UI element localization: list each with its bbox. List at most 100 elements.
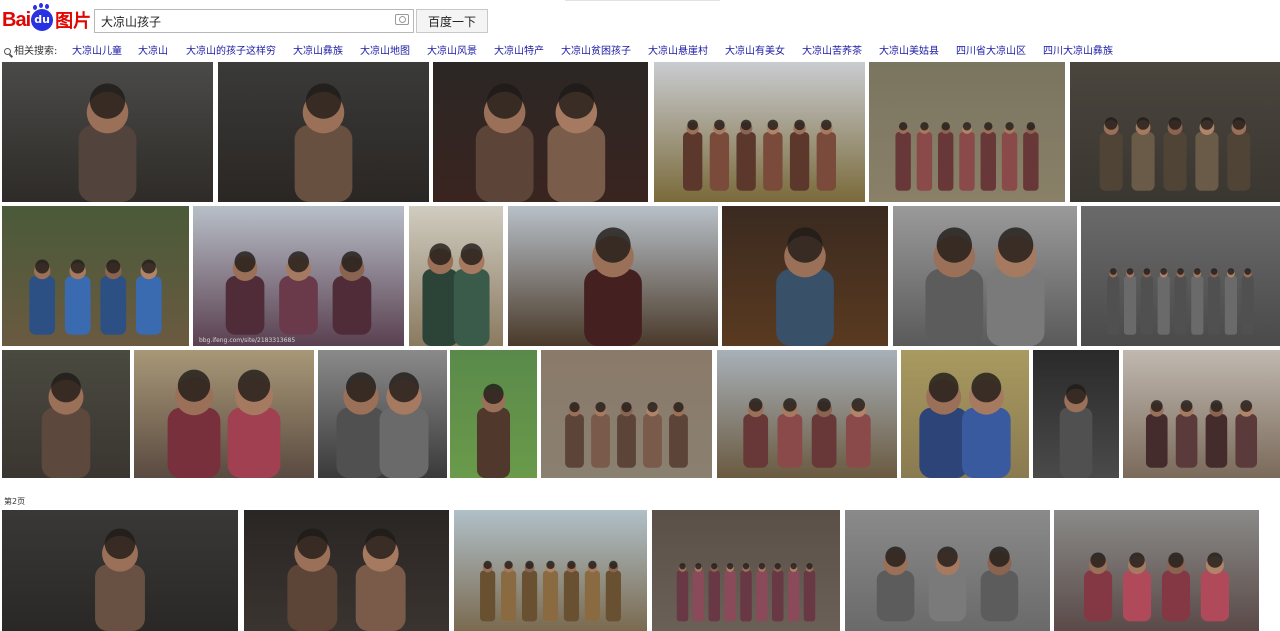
- photo-boy-standing-wall: [409, 206, 503, 346]
- child-figure: [756, 563, 768, 622]
- photo-children-carrying-loads: [541, 350, 712, 478]
- child-figure: [422, 243, 459, 346]
- related-link[interactable]: 大凉山彝族: [293, 44, 343, 60]
- related-link[interactable]: 大凉山美姑县: [879, 44, 939, 60]
- related-link[interactable]: 大凉山儿童: [72, 44, 122, 60]
- child-figure: [740, 563, 752, 622]
- image-result[interactable]: [901, 350, 1029, 478]
- child-figure: [1174, 268, 1187, 335]
- photo-child-standing-dark: [722, 206, 888, 346]
- image-result[interactable]: [2, 350, 130, 478]
- child-figure: [692, 563, 705, 622]
- image-result[interactable]: [218, 62, 429, 202]
- photo-boy-eating-watermelon: [218, 62, 429, 202]
- image-result[interactable]: [869, 62, 1065, 202]
- related-link[interactable]: 四川大凉山彝族: [1043, 44, 1113, 60]
- image-result[interactable]: [2, 206, 189, 346]
- image-result[interactable]: [409, 206, 503, 346]
- image-result[interactable]: [893, 206, 1077, 346]
- related-link[interactable]: 大凉山风景: [427, 44, 477, 60]
- photo-child-sitting-dark-bw: [1033, 350, 1119, 478]
- image-result[interactable]: [722, 206, 888, 346]
- photo-child-green-field: [450, 350, 537, 478]
- related-searches-label: 相关搜索:: [14, 46, 58, 57]
- logo-text-tu: 图片: [55, 11, 92, 32]
- child-figure: [938, 122, 954, 191]
- image-result[interactable]: [652, 510, 840, 631]
- search-box: [94, 9, 414, 33]
- photo-two-children-bottle: [433, 62, 648, 202]
- image-result[interactable]: [717, 350, 897, 478]
- photo-boy-thinking: [2, 510, 238, 631]
- photo-child-carrying-baby: [901, 350, 1029, 478]
- page-2-label: 第2页: [4, 497, 26, 506]
- child-figure: [708, 563, 720, 622]
- child-figure: [895, 122, 911, 191]
- child-figure: [1107, 268, 1120, 335]
- image-result[interactable]: [1054, 510, 1259, 631]
- child-figure: [724, 563, 736, 622]
- photo-children-eating-dark: [244, 510, 449, 631]
- image-result[interactable]: [654, 62, 865, 202]
- image-result[interactable]: [845, 510, 1050, 631]
- top-divider: [565, 0, 720, 1]
- search-icon: [4, 48, 11, 55]
- child-figure: [772, 563, 784, 622]
- child-figure: [916, 122, 933, 191]
- image-result[interactable]: [244, 510, 449, 631]
- photo-group-children-bw: [1081, 206, 1280, 346]
- child-figure: [453, 243, 490, 346]
- image-result[interactable]: [508, 206, 718, 346]
- photo-children-road-trees: [454, 510, 647, 631]
- paw-icon: du: [31, 5, 54, 31]
- image-result[interactable]: [450, 350, 537, 478]
- image-result[interactable]: [433, 62, 648, 202]
- image-result[interactable]: [318, 350, 447, 478]
- related-searches-bar: 相关搜索: 大凉山儿童 大凉山 大凉山的孩子这样穷 大凉山彝族 大凉山地图 大凉…: [0, 44, 1280, 60]
- child-figure: [1023, 122, 1039, 191]
- photo-children-huddled-wall: [1054, 510, 1259, 631]
- child-figure: [1224, 268, 1237, 335]
- image-result[interactable]: [1033, 350, 1119, 478]
- related-link[interactable]: 大凉山悬崖村: [648, 44, 708, 60]
- image-watermark: bbg.ifeng.com/site/2183313685: [199, 337, 296, 344]
- child-figure: [1191, 268, 1204, 335]
- image-result[interactable]: [2, 510, 238, 631]
- image-result[interactable]: [2, 62, 213, 202]
- search-button[interactable]: 百度一下: [416, 9, 488, 33]
- image-result[interactable]: [1070, 62, 1280, 202]
- related-link[interactable]: 大凉山贫困孩子: [561, 44, 631, 60]
- photo-children-mountain-field: [654, 62, 865, 202]
- image-result[interactable]: [134, 350, 314, 478]
- related-link[interactable]: 大凉山: [138, 44, 168, 60]
- baidu-images-logo[interactable]: Bai du 图片: [2, 5, 92, 34]
- related-link[interactable]: 大凉山地图: [360, 44, 410, 60]
- photo-kids-playing-ground: [2, 206, 189, 346]
- image-result[interactable]: [1081, 206, 1280, 346]
- child-figure: [1124, 268, 1137, 335]
- child-figure: [1208, 268, 1221, 335]
- image-result[interactable]: bbg.ifeng.com/site/2183313685: [193, 206, 404, 346]
- photo-girl-carrying-baby-bw: [318, 350, 447, 478]
- related-link[interactable]: 大凉山特产: [494, 44, 544, 60]
- search-input[interactable]: [95, 10, 385, 32]
- image-result[interactable]: [1123, 350, 1280, 478]
- camera-icon[interactable]: [395, 14, 409, 25]
- related-link[interactable]: 大凉山有美女: [725, 44, 785, 60]
- child-figure: [980, 122, 996, 191]
- header: Baidu图片 百度一下: [0, 0, 1280, 42]
- related-link[interactable]: 大凉山的孩子这样穷: [186, 44, 276, 60]
- image-result[interactable]: [541, 350, 712, 478]
- photo-child-held-by-adult: [2, 350, 130, 478]
- photo-children-village-street: [652, 510, 840, 631]
- child-figure: [787, 563, 800, 622]
- child-figure: [1001, 122, 1018, 191]
- related-link[interactable]: 大凉山苦荞茶: [802, 44, 862, 60]
- child-figure: [476, 383, 511, 478]
- image-result[interactable]: [454, 510, 647, 631]
- child-figure: [1241, 268, 1254, 335]
- photo-children-brick-wall: [1123, 350, 1280, 478]
- related-link[interactable]: 四川省大凉山区: [956, 44, 1026, 60]
- child-figure: [959, 122, 975, 191]
- photo-elder-and-children-bw: [845, 510, 1050, 631]
